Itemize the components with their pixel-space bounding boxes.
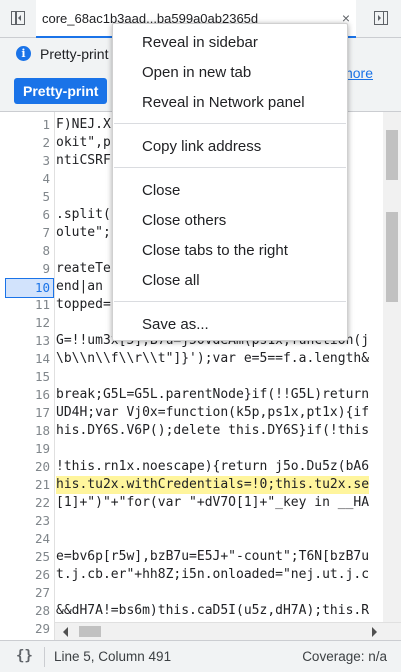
source-text: e=bv6p[r5w],bzB7u=E5J+"-count";T6N[bzB7u <box>56 549 370 564</box>
line-number[interactable]: 14 <box>0 350 50 368</box>
vertical-scroll-thumb[interactable] <box>386 130 398 180</box>
line-number[interactable]: 13 <box>0 332 50 350</box>
menu-item-reveal-in-sidebar[interactable]: Reveal in sidebar <box>113 28 349 58</box>
toggle-debugger-button[interactable] <box>370 8 392 28</box>
menu-item-close-tabs-to-right[interactable]: Close tabs to the right <box>113 236 349 266</box>
line-number[interactable]: 22 <box>0 494 50 512</box>
code-line[interactable]: 27 <box>0 584 401 602</box>
code-line[interactable]: 25 e=bv6p[r5w],bzB7u=E5J+"-count";T6N[bzB… <box>0 548 401 566</box>
line-number[interactable]: 9 <box>0 260 50 278</box>
cursor-position: Line 5, Column 491 <box>54 649 172 664</box>
line-number[interactable]: 23 <box>0 512 50 530</box>
code-line[interactable]: 20 !this.rn1x.noescape){return j5o.Du5z(b… <box>0 458 401 476</box>
horizontal-scroll-thumb[interactable] <box>79 626 101 637</box>
sidebar-left-icon <box>11 11 25 25</box>
horizontal-scrollbar[interactable] <box>55 622 401 640</box>
menu-separator <box>114 123 346 124</box>
line-number[interactable]: 17 <box>0 404 50 422</box>
line-number[interactable]: 19 <box>0 440 50 458</box>
pretty-print-button[interactable]: Pretty-print <box>14 78 108 104</box>
line-number[interactable]: 7 <box>0 224 50 242</box>
source-text: \b\\n\\f\\r\\t"]}');var e=5==f.a.length& <box>56 351 370 366</box>
code-line[interactable]: 22 [1]+")"+"for(var "+dV7O[1]+"_key in __… <box>0 494 401 512</box>
status-divider <box>44 647 45 667</box>
code-line[interactable]: 16 break;G5L=G5L.parentNode}if(!!G5L)retu… <box>0 386 401 404</box>
source-text: &&dH7A!=bs6m)this.caD5I(u5z,dH7A);this.R <box>56 603 370 618</box>
vertical-scroll-thumb-lower[interactable] <box>386 212 398 302</box>
code-line[interactable]: 19 <box>0 440 401 458</box>
line-number[interactable]: 27 <box>0 584 50 602</box>
line-number[interactable]: 28 <box>0 602 50 620</box>
line-number[interactable]: 24 <box>0 530 50 548</box>
vertical-scrollbar[interactable] <box>383 112 401 622</box>
pretty-print-braces-icon[interactable]: {} <box>16 648 33 664</box>
code-line[interactable]: 28 &&dH7A!=bs6m)this.caD5I(u5z,dH7A);this… <box>0 602 401 620</box>
coverage-status: Coverage: n/a <box>302 649 387 664</box>
menu-separator <box>114 301 346 302</box>
line-number[interactable]: 6 <box>0 206 50 224</box>
status-bar: {} Line 5, Column 491 Coverage: n/a <box>0 640 401 672</box>
line-number[interactable]: 21 <box>0 476 50 494</box>
menu-separator <box>114 167 346 168</box>
code-line[interactable]: 14 \b\\n\\f\\r\\t"]}');var e=5==f.a.lengt… <box>0 350 401 368</box>
menu-item-copy-link-address[interactable]: Copy link address <box>113 132 349 162</box>
menu-item-save-as[interactable]: Save as... <box>113 310 349 340</box>
code-line[interactable]: 26 t.j.cb.er"+hh8Z;i5n.onloaded="nej.ut.j… <box>0 566 401 584</box>
source-text: t.j.cb.er"+hh8Z;i5n.onloaded="nej.ut.j.c <box>56 567 370 582</box>
info-icon: i <box>16 46 31 61</box>
line-number[interactable]: 26 <box>0 566 50 584</box>
menu-item-close-others[interactable]: Close others <box>113 206 349 236</box>
code-line[interactable]: 18 his.DY6S.V6P();delete this.DY6S}if(!th… <box>0 422 401 440</box>
source-text: his.DY6S.V6P();delete this.DY6S}if(!this <box>56 423 370 438</box>
code-line[interactable]: 21 his.tu2x.withCredentials=!0;this.tu2x.… <box>0 476 401 494</box>
line-number[interactable]: 4 <box>0 170 50 188</box>
line-number[interactable]: 11 <box>0 296 50 314</box>
line-number[interactable]: 1 <box>0 116 50 134</box>
line-number[interactable]: 2 <box>0 134 50 152</box>
highlighted-source-text: his.tu2x.withCredentials=!0;this.tu2x.se <box>56 476 370 494</box>
line-number[interactable]: 12 <box>0 314 50 332</box>
code-line[interactable]: 24 <box>0 530 401 548</box>
sidebar-right-icon <box>374 11 388 25</box>
menu-item-reveal-in-network-panel[interactable]: Reveal in Network panel <box>113 88 349 118</box>
menu-item-close-all[interactable]: Close all <box>113 266 349 296</box>
source-text: UD4H;var Vj0x=function(k5p,ps1x,pt1x){if <box>56 405 370 420</box>
menu-item-open-in-new-tab[interactable]: Open in new tab <box>113 58 349 88</box>
scroll-left-icon[interactable] <box>63 627 68 637</box>
line-number[interactable]: 15 <box>0 368 50 386</box>
line-number[interactable]: 5 <box>0 188 50 206</box>
line-number[interactable]: 29 <box>0 620 50 638</box>
tab-context-menu: Reveal in sidebar Open in new tab Reveal… <box>112 23 348 341</box>
infobar-message: Pretty-print <box>40 46 109 62</box>
code-line[interactable]: 23 <box>0 512 401 530</box>
line-number[interactable]: 3 <box>0 152 50 170</box>
breakpoint-line-number[interactable]: 10 <box>5 278 54 298</box>
line-number[interactable]: 20 <box>0 458 50 476</box>
line-number[interactable]: 25 <box>0 548 50 566</box>
menu-item-close[interactable]: Close <box>113 176 349 206</box>
code-line[interactable]: 15 <box>0 368 401 386</box>
line-number[interactable]: 8 <box>0 242 50 260</box>
scroll-right-icon[interactable] <box>372 627 377 637</box>
line-number[interactable]: 16 <box>0 386 50 404</box>
source-text: [1]+")"+"for(var "+dV7O[1]+"_key in __HA <box>56 495 370 510</box>
line-number[interactable]: 18 <box>0 422 50 440</box>
source-text: !this.rn1x.noescape){return j5o.Du5z(bA6 <box>56 459 370 474</box>
code-line[interactable]: 17 UD4H;var Vj0x=function(k5p,ps1x,pt1x){… <box>0 404 401 422</box>
toggle-navigator-button[interactable] <box>7 8 29 28</box>
source-text: break;G5L=G5L.parentNode}if(!!G5L)return <box>56 387 370 402</box>
